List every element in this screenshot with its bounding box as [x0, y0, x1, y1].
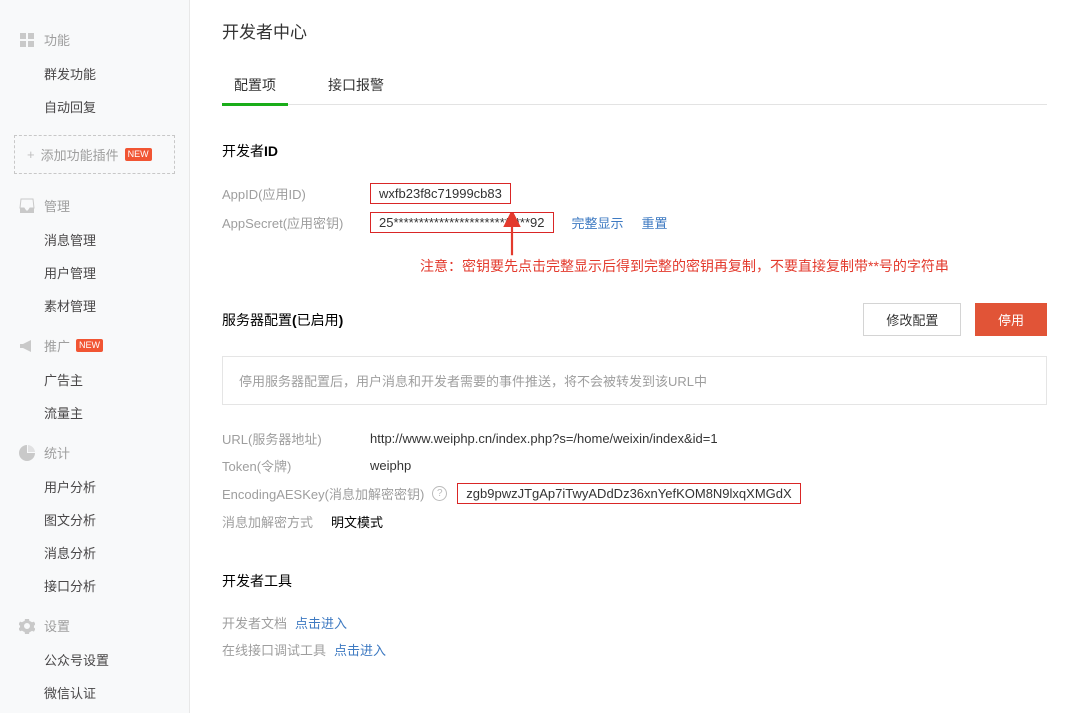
side-group-promote: 推广 NEW: [0, 326, 189, 363]
aes-label: EncodingAESKey(消息加解密密钥): [222, 484, 424, 503]
sidebar-item-advertiser[interactable]: 广告主: [0, 363, 189, 396]
sidebar-item-article-analytics[interactable]: 图文分析: [0, 503, 189, 536]
sidebar-item-material[interactable]: 素材管理: [0, 289, 189, 322]
page-title: 开发者中心: [222, 18, 1047, 43]
new-badge: NEW: [76, 339, 103, 352]
doc-link[interactable]: 点击进入: [295, 613, 347, 632]
side-group-settings: 设置: [0, 606, 189, 643]
sidebar: 功能 群发功能 自动回复 + 添加功能插件 NEW 管理 消息管理 用户管理 素…: [0, 0, 190, 713]
mode-label: 消息加解密方式: [222, 512, 313, 531]
tab-alarm[interactable]: 接口报警: [316, 67, 396, 104]
test-label: 在线接口调试工具: [222, 640, 326, 659]
section-heading: 开发者ID: [222, 141, 1047, 161]
sidebar-item-wechat-verify[interactable]: 微信认证: [0, 676, 189, 709]
add-plugin-button[interactable]: + 添加功能插件 NEW: [14, 135, 175, 174]
new-badge: NEW: [125, 148, 152, 161]
side-group-label: 管理: [44, 196, 70, 215]
side-group-manage: 管理: [0, 186, 189, 223]
annotation: 注意：密钥要先点击完整显示后得到完整的密钥再复制，不要直接复制带**号的字符串: [420, 255, 1047, 277]
reset-link[interactable]: 重置: [642, 213, 668, 232]
sidebar-item-publisher[interactable]: 流量主: [0, 396, 189, 429]
aes-value: zgb9pwzJTgAp7iTwyADdDz36xnYefKOM8N9lxqXM…: [457, 483, 800, 504]
side-group-function: 功能: [0, 20, 189, 57]
inbox-icon: [18, 197, 36, 215]
help-icon[interactable]: ?: [432, 486, 447, 501]
url-label: URL(服务器地址): [222, 429, 370, 448]
main-content: 开发者中心 配置项 接口报警 开发者ID AppID(应用ID) wxfb23f…: [190, 0, 1079, 713]
token-label: Token(令牌): [222, 456, 370, 475]
server-tip: 停用服务器配置后，用户消息和开发者需要的事件推送，将不会被转发到该URL中: [222, 356, 1047, 405]
doc-label: 开发者文档: [222, 613, 287, 632]
annotation-text: 注意：密钥要先点击完整显示后得到完整的密钥再复制，不要直接复制带**号的字符串: [420, 255, 1047, 277]
test-link[interactable]: 点击进入: [334, 640, 386, 659]
gear-icon: [18, 617, 36, 635]
sidebar-item-msg[interactable]: 消息管理: [0, 223, 189, 256]
sidebar-item-user-analytics[interactable]: 用户分析: [0, 470, 189, 503]
show-full-link[interactable]: 完整显示: [572, 213, 624, 232]
grid-icon: [18, 31, 36, 49]
sidebar-item-msg-analytics[interactable]: 消息分析: [0, 536, 189, 569]
mode-value: 明文模式: [331, 512, 383, 531]
sidebar-item-autoreply[interactable]: 自动回复: [0, 90, 189, 123]
appsecret-label: AppSecret(应用密钥): [222, 213, 370, 232]
server-config-header: 服务器配置(已启用) 修改配置 停用: [222, 303, 1047, 336]
appsecret-value: 25***************************92: [370, 212, 554, 233]
side-group-label: 统计: [44, 443, 70, 462]
section-heading: 服务器配置(已启用): [222, 310, 343, 330]
sidebar-item-user[interactable]: 用户管理: [0, 256, 189, 289]
plugin-label: 添加功能插件: [41, 145, 119, 164]
section-heading: 开发者工具: [222, 571, 1047, 591]
token-value: weiphp: [370, 458, 411, 473]
side-group-label: 功能: [44, 30, 70, 49]
side-group-label: 推广: [44, 336, 70, 355]
sidebar-item-mass[interactable]: 群发功能: [0, 57, 189, 90]
section-tools: 开发者工具 开发者文档 点击进入 在线接口调试工具 点击进入: [222, 571, 1047, 663]
appid-label: AppID(应用ID): [222, 184, 370, 203]
pie-icon: [18, 444, 36, 462]
side-group-stats: 统计: [0, 433, 189, 470]
section-devid: 开发者ID AppID(应用ID) wxfb23f8c71999cb83 App…: [222, 141, 1047, 277]
arrow-icon: [502, 213, 522, 257]
plus-icon: +: [27, 147, 35, 162]
appid-value: wxfb23f8c71999cb83: [370, 183, 511, 204]
tab-config[interactable]: 配置项: [222, 67, 288, 106]
sidebar-item-api-analytics[interactable]: 接口分析: [0, 569, 189, 602]
disable-button[interactable]: 停用: [975, 303, 1047, 336]
modify-config-button[interactable]: 修改配置: [863, 303, 961, 336]
tab-bar: 配置项 接口报警: [222, 67, 1047, 105]
url-value: http://www.weiphp.cn/index.php?s=/home/w…: [370, 431, 718, 446]
sidebar-item-account-settings[interactable]: 公众号设置: [0, 643, 189, 676]
side-group-label: 设置: [44, 616, 70, 635]
megaphone-icon: [18, 337, 36, 355]
